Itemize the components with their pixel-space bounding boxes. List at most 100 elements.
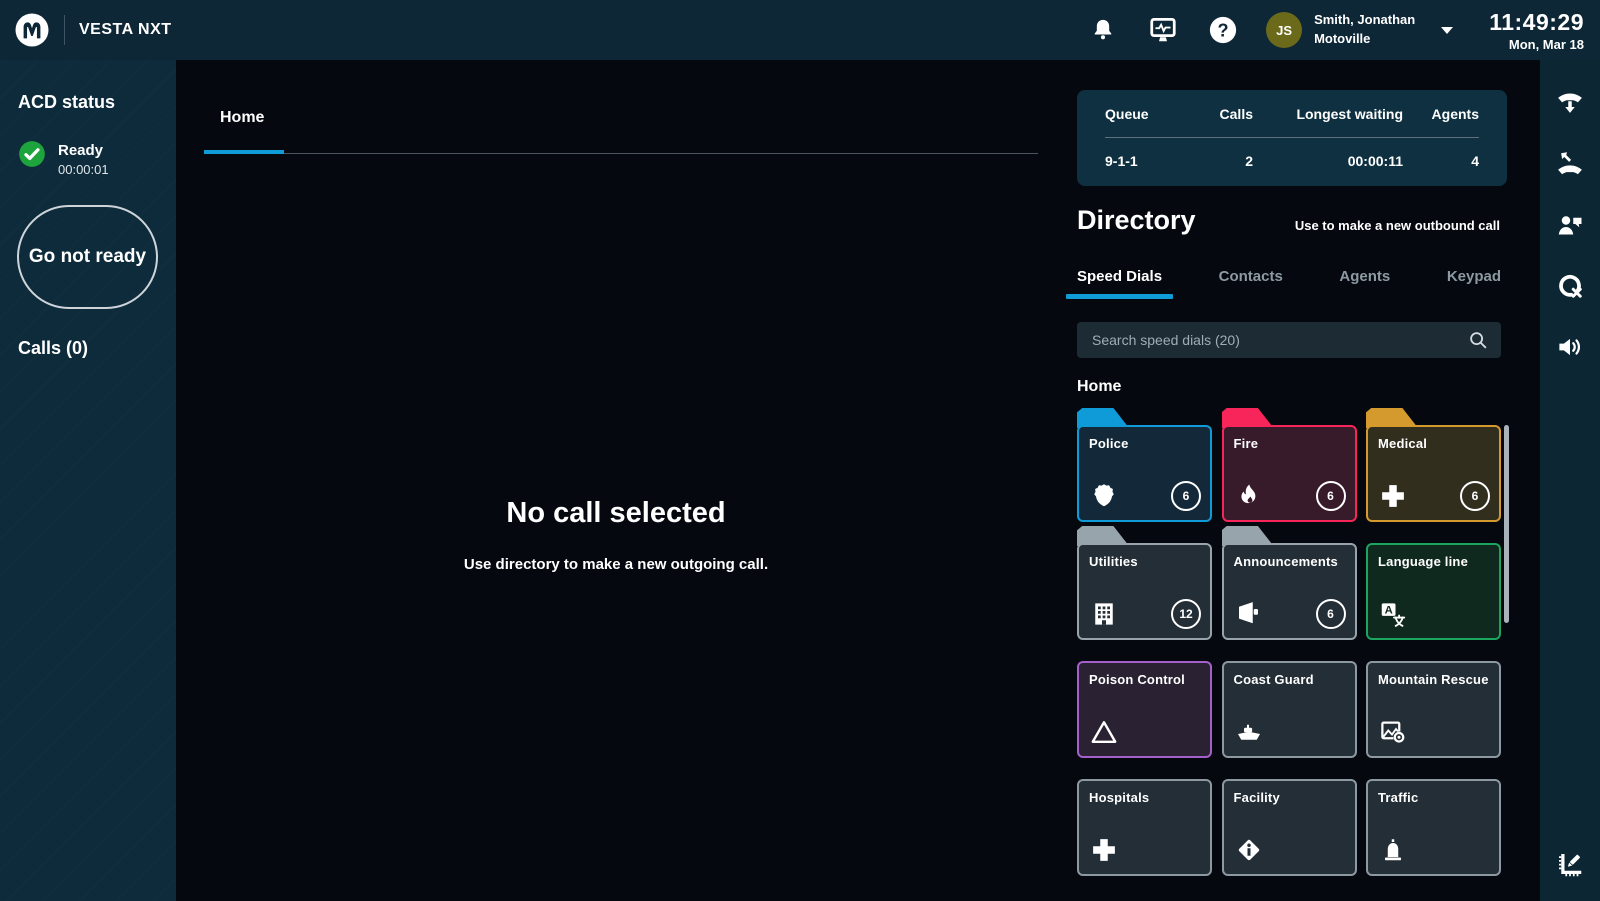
directory-title: Directory [1077,205,1196,236]
acd-state: Ready 00:00:01 [18,140,109,177]
system-monitor-icon [1148,15,1178,45]
layout-edit-button[interactable] [1555,849,1585,879]
agent-chat-button[interactable] [1555,210,1585,240]
directory-scrollbar[interactable] [1504,425,1509,623]
acd-state-timer: 00:00:01 [58,162,109,177]
bell-icon [1090,17,1116,43]
tab-agents[interactable]: Agents [1339,268,1390,299]
acd-state-label: Ready [58,142,109,159]
tile-facility[interactable]: Facility [1222,779,1357,876]
queue-col-queue: Queue [1105,106,1175,122]
folder-police: Police 6 [1077,408,1212,522]
monitor-off-icon [1555,271,1585,301]
motorola-logo [14,12,50,48]
user-menu[interactable]: JS Smith, Jonathan Motoville [1266,11,1453,49]
layout-edit-icon [1555,849,1585,879]
cell-language-line: Language line A [1366,526,1501,640]
system-health-button[interactable] [1146,13,1180,47]
svg-text:A: A [1385,605,1393,617]
translate-icon: A [1378,599,1408,629]
police-badge-icon [1089,481,1119,511]
calls-header: Calls (0) [18,338,88,359]
count-badge: 6 [1171,481,1201,511]
tab-speed-dials[interactable]: Speed Dials [1077,268,1162,299]
map-marker-icon [1378,717,1408,747]
tab-home[interactable]: Home [220,109,264,127]
cell-coast-guard: Coast Guard [1222,644,1357,758]
clock-time: 11:49:29 [1489,9,1584,36]
acd-status-title: ACD status [18,92,115,113]
tile-traffic[interactable]: Traffic [1366,779,1501,876]
queue-agents-value: 4 [1403,153,1479,169]
call-control-toolbar [1540,60,1600,901]
search-input[interactable] [1077,322,1501,358]
folder-announcements: Announcements 6 [1222,526,1357,640]
volume-icon [1555,332,1585,362]
ready-check-icon [18,140,46,168]
tile-mountain-rescue[interactable]: Mountain Rescue [1366,661,1501,758]
notifications-button[interactable] [1086,13,1120,47]
cell-mountain-rescue: Mountain Rescue [1366,644,1501,758]
cell-poison-control: Poison Control [1077,644,1212,758]
directory-hint: Use to make a new outbound call [1180,218,1500,233]
cell-hospitals: Hospitals [1077,762,1212,876]
queue-col-agents: Agents [1403,106,1479,122]
warning-triangle-icon [1089,717,1119,747]
tile-announcements[interactable]: Announcements 6 [1222,543,1357,640]
go-not-ready-button[interactable]: Go not ready [17,205,158,309]
count-badge: 6 [1460,481,1490,511]
tile-police[interactable]: Police 6 [1077,425,1212,522]
folder-utilities: Utilities 12 [1077,526,1212,640]
clock-date: Mon, Mar 18 [1489,37,1584,52]
tile-poison-control[interactable]: Poison Control [1077,661,1212,758]
info-diamond-icon [1234,835,1264,865]
directory-section-label: Home [1077,378,1121,396]
tab-strip-line [204,153,1038,154]
release-call-button[interactable] [1555,149,1585,179]
beacon-icon [1378,835,1408,865]
speed-dial-grid: Police 6 Fire 6 Medical [1077,408,1501,876]
tile-coast-guard[interactable]: Coast Guard [1222,661,1357,758]
tile-language-line[interactable]: Language line A [1366,543,1501,640]
medical-cross-icon [1378,481,1408,511]
user-name: Smith, Jonathan Motoville [1314,11,1415,49]
queue-col-longest: Longest waiting [1253,106,1403,122]
answer-call-button[interactable] [1555,88,1585,118]
count-badge: 12 [1171,599,1201,629]
tile-fire[interactable]: Fire 6 [1222,425,1357,522]
queue-table-header: Queue Calls Longest waiting Agents [1105,90,1479,137]
search-icon[interactable] [1467,329,1489,351]
no-call-empty-state: No call selected Use directory to make a… [176,497,1056,573]
folder-fire: Fire 6 [1222,408,1357,522]
top-bar: VESTA NXT ? [0,0,1600,60]
flame-icon [1234,481,1264,511]
count-badge: 6 [1316,599,1346,629]
tile-hospitals[interactable]: Hospitals [1077,779,1212,876]
chevron-down-icon [1441,27,1453,34]
tile-utilities[interactable]: Utilities 12 [1077,543,1212,640]
answer-call-icon [1555,88,1585,118]
help-button[interactable]: ? [1206,13,1240,47]
release-call-icon [1555,149,1585,179]
help-icon: ? [1208,15,1238,45]
empty-state-hint: Use directory to make a new outgoing cal… [176,556,1056,573]
brand-divider [64,15,65,45]
folder-medical: Medical 6 [1366,408,1501,522]
agent-chat-icon [1555,210,1585,240]
app-title: VESTA NXT [79,21,172,39]
queue-longest-waiting-value: 00:00:11 [1253,153,1403,169]
svg-text:?: ? [1218,20,1229,40]
tab-keypad[interactable]: Keypad [1447,268,1501,299]
tile-medical[interactable]: Medical 6 [1366,425,1501,522]
tab-contacts[interactable]: Contacts [1219,268,1283,299]
monitor-off-button[interactable] [1555,271,1585,301]
volume-button[interactable] [1555,332,1585,362]
cell-facility: Facility [1222,762,1357,876]
acd-sidebar: ACD status Ready 00:00:01 Go not ready C… [0,60,176,901]
speed-dial-search [1077,322,1501,358]
directory-tabs: Speed Dials Contacts Agents Keypad [1077,268,1501,299]
building-icon [1089,599,1119,629]
tab-home-active-indicator [204,150,284,154]
medical-cross-icon [1089,835,1119,865]
queue-status-panel: Queue Calls Longest waiting Agents 9-1-1… [1077,90,1507,186]
